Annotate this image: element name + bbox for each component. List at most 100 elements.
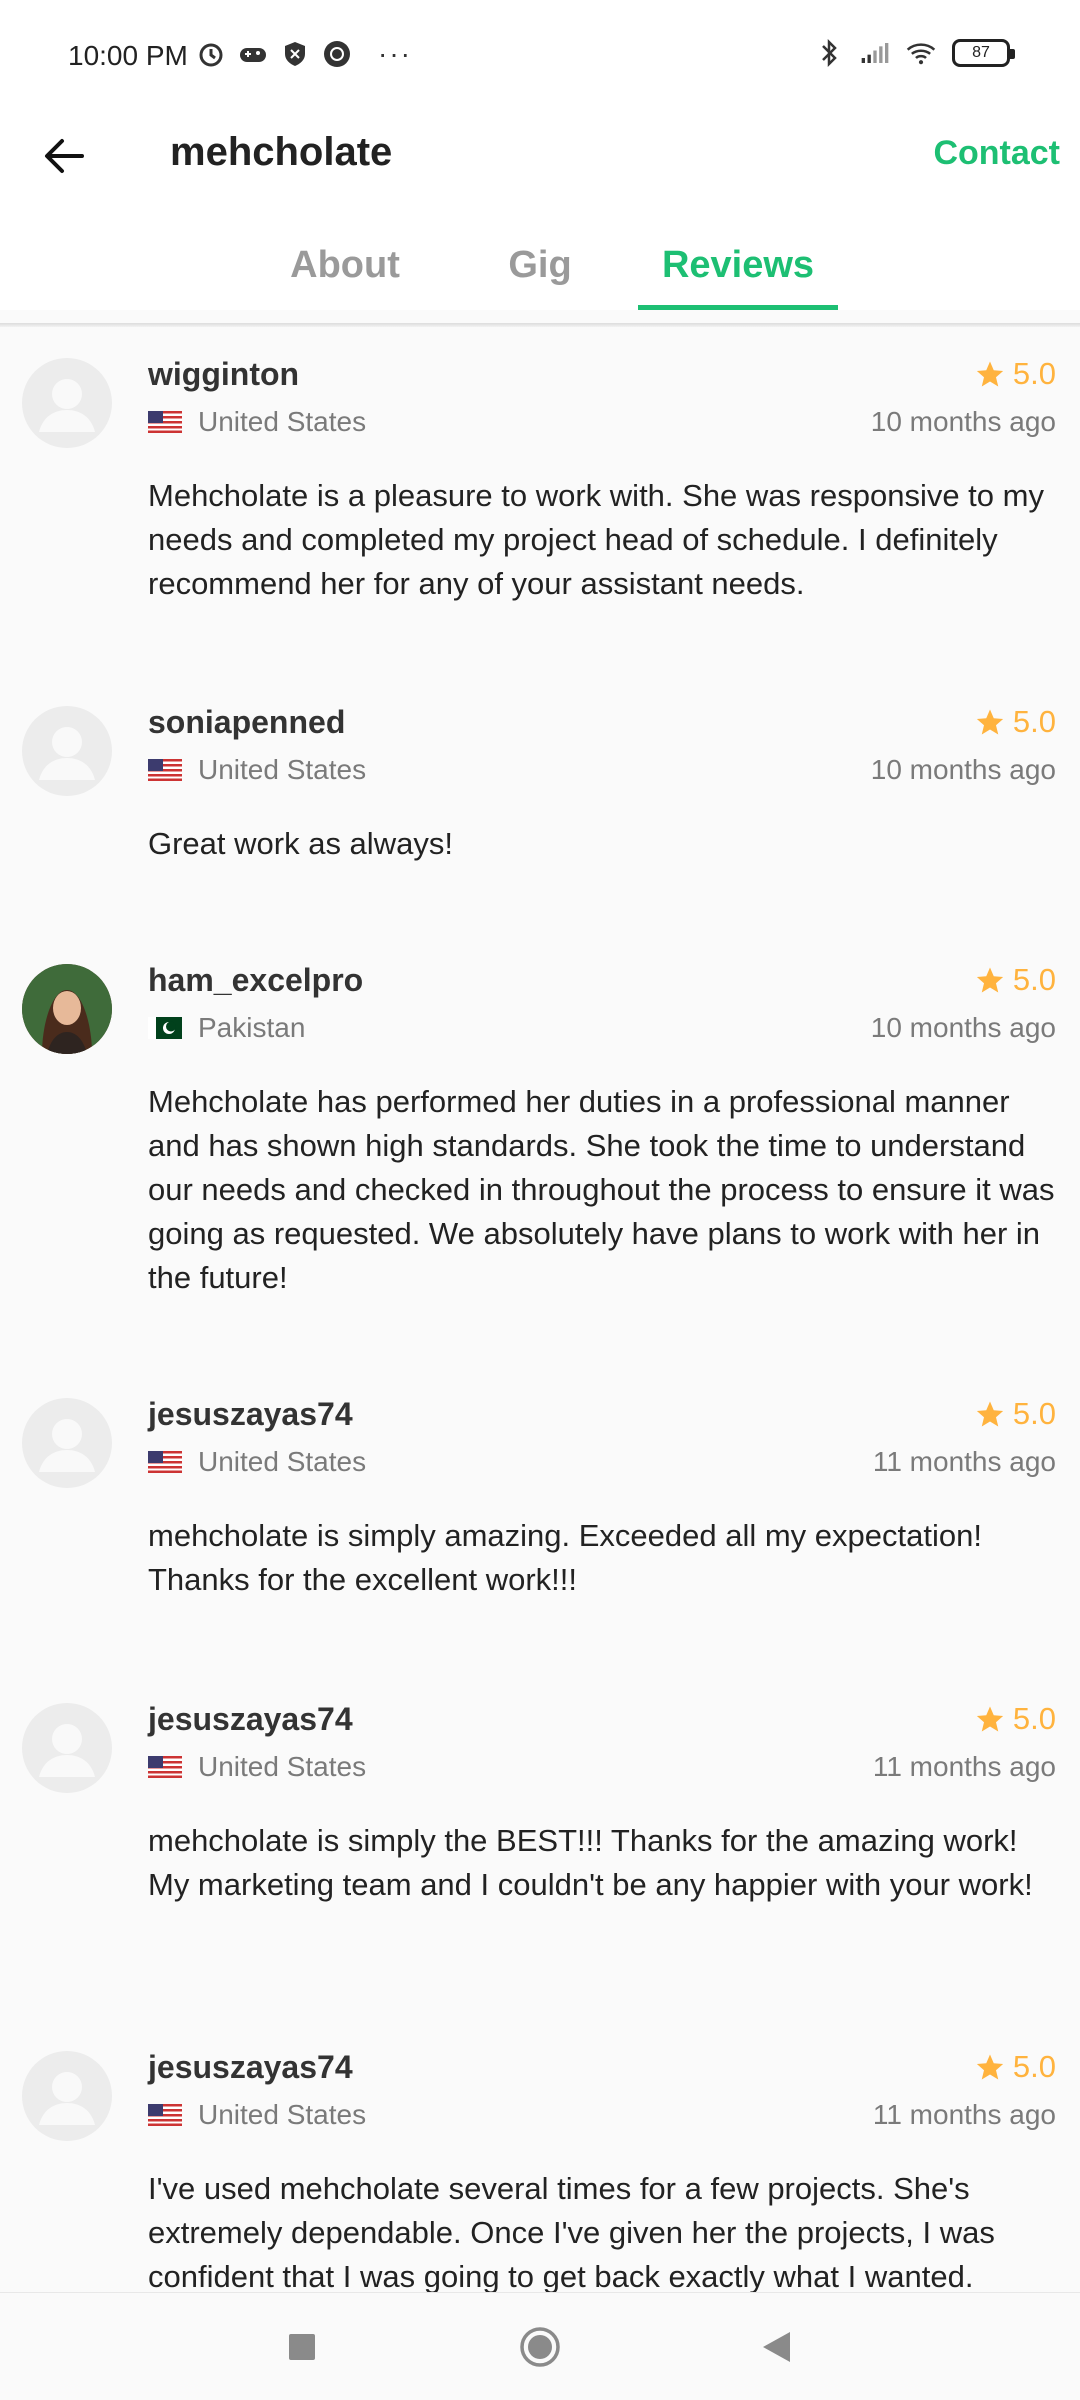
user-icon (39, 727, 95, 780)
tab-about-label: About (290, 244, 400, 286)
us-flag-icon (148, 1756, 182, 1778)
header-divider (0, 323, 1080, 327)
tab-reviews[interactable]: Reviews (638, 220, 838, 310)
page-title: mehcholate (170, 130, 393, 174)
status-notification-icons: ··· (196, 38, 412, 70)
reviewer-country: United States (148, 754, 366, 786)
review-time: 11 months ago (872, 2099, 1056, 2130)
tab-gig[interactable]: Gig (490, 220, 590, 310)
country-name: United States (198, 2099, 367, 2130)
country-name: United States (198, 1751, 367, 1782)
star-icon (976, 1706, 1004, 1732)
battery-indicator: 87 (952, 39, 1015, 67)
review-rating: 5.0 (975, 356, 1056, 392)
system-nav-bar (0, 2292, 1080, 2400)
star-icon (976, 709, 1004, 735)
user-icon (39, 1419, 95, 1472)
app-header: mehcholate Contact About Gig Reviews (0, 110, 1080, 310)
user-icon (39, 1724, 95, 1777)
review-time: 11 months ago (872, 1751, 1056, 1782)
us-flag-icon (148, 2104, 182, 2126)
alarm-icon (196, 39, 226, 69)
back-nav-button[interactable] (750, 2321, 802, 2373)
reviewer-username[interactable]: jesuszayas74 (148, 2049, 353, 2086)
shield-icon (280, 39, 310, 69)
status-time: 10:00 PM (68, 40, 188, 71)
avatar-photo[interactable] (22, 964, 112, 1054)
rating-value: 5.0 (1012, 962, 1056, 997)
avatar-placeholder[interactable] (22, 358, 112, 448)
avatar-placeholder[interactable] (22, 706, 112, 796)
star-icon (976, 967, 1004, 993)
country-name: United States (198, 406, 367, 437)
back-button[interactable] (36, 128, 92, 184)
avatar-placeholder[interactable] (22, 1398, 112, 1488)
country-name: United States (198, 754, 367, 785)
rating-value: 5.0 (1012, 704, 1056, 739)
review-text: Mehcholate is a pleasure to work with. S… (148, 478, 1044, 601)
review-time: 10 months ago (870, 1012, 1056, 1043)
review-text: Great work as always! (148, 826, 453, 861)
signal-icon (860, 38, 890, 68)
active-tab-indicator (638, 305, 838, 310)
review-rating: 5.0 (975, 704, 1056, 740)
home-button[interactable] (514, 2321, 566, 2373)
rating-value: 5.0 (1012, 2049, 1056, 2084)
review-text: mehcholate is simply amazing. Exceeded a… (148, 1518, 982, 1597)
review-rating: 5.0 (975, 2049, 1056, 2085)
status-system-icons: 87 (814, 38, 1015, 68)
reviewer-username[interactable]: ham_excelpro (148, 962, 363, 999)
square-icon (289, 2334, 315, 2360)
reviewer-country: Pakistan (148, 1012, 305, 1044)
bluetooth-icon (814, 38, 844, 68)
circle-icon (520, 2327, 560, 2367)
us-flag-icon (148, 759, 182, 781)
pk-flag-icon (148, 1017, 182, 1039)
review-text: mehcholate is simply the BEST!!! Thanks … (148, 1823, 1033, 1902)
reviewer-username[interactable]: jesuszayas74 (148, 1701, 353, 1738)
star-icon (976, 1401, 1004, 1427)
review-rating: 5.0 (975, 1701, 1056, 1737)
reviewer-username[interactable]: wigginton (148, 356, 299, 393)
country-name: Pakistan (198, 1012, 306, 1043)
wifi-icon (906, 38, 936, 68)
review-time: 10 months ago (870, 406, 1056, 437)
tab-gig-label: Gig (508, 244, 572, 286)
contact-button[interactable]: Contact (933, 134, 1060, 173)
review-text: I've used mehcholate several times for a… (148, 2171, 995, 2292)
us-flag-icon (148, 411, 182, 433)
avatar-placeholder[interactable] (22, 2051, 112, 2141)
us-flag-icon (148, 1451, 182, 1473)
reviewer-username[interactable]: jesuszayas74 (148, 1396, 353, 1433)
recents-button[interactable] (276, 2321, 328, 2373)
rating-value: 5.0 (1012, 1396, 1056, 1431)
rating-value: 5.0 (1012, 356, 1056, 391)
status-bar: 10:00 PM ··· 87 (0, 0, 1080, 110)
user-photo-icon (22, 964, 112, 1054)
tab-about[interactable]: About (270, 220, 420, 310)
review-time: 11 months ago (872, 1446, 1056, 1477)
game-controller-icon (238, 39, 268, 69)
avatar-placeholder[interactable] (22, 1703, 112, 1793)
more-notifications-dots: ··· (378, 38, 412, 69)
star-icon (976, 361, 1004, 387)
reviewer-country: United States (148, 1751, 366, 1783)
arrow-left-icon (45, 139, 84, 173)
review-time: 10 months ago (870, 754, 1056, 785)
rating-value: 5.0 (1012, 1701, 1056, 1736)
review-rating: 5.0 (975, 962, 1056, 998)
tab-reviews-label: Reviews (661, 244, 815, 286)
reviewer-country: United States (148, 2099, 366, 2131)
triangle-back-icon (763, 2332, 790, 2362)
review-text: Mehcholate has performed her duties in a… (148, 1084, 1055, 1295)
user-icon (39, 379, 95, 432)
tab-bar: About Gig Reviews (0, 220, 1080, 310)
reviewer-country: United States (148, 1446, 366, 1478)
reviewer-username[interactable]: soniapenned (148, 704, 345, 741)
user-icon (39, 2072, 95, 2125)
country-name: United States (198, 1446, 367, 1477)
reviewer-country: United States (148, 406, 366, 438)
star-icon (976, 2054, 1004, 2080)
review-rating: 5.0 (975, 1396, 1056, 1432)
media-icon (322, 39, 352, 69)
